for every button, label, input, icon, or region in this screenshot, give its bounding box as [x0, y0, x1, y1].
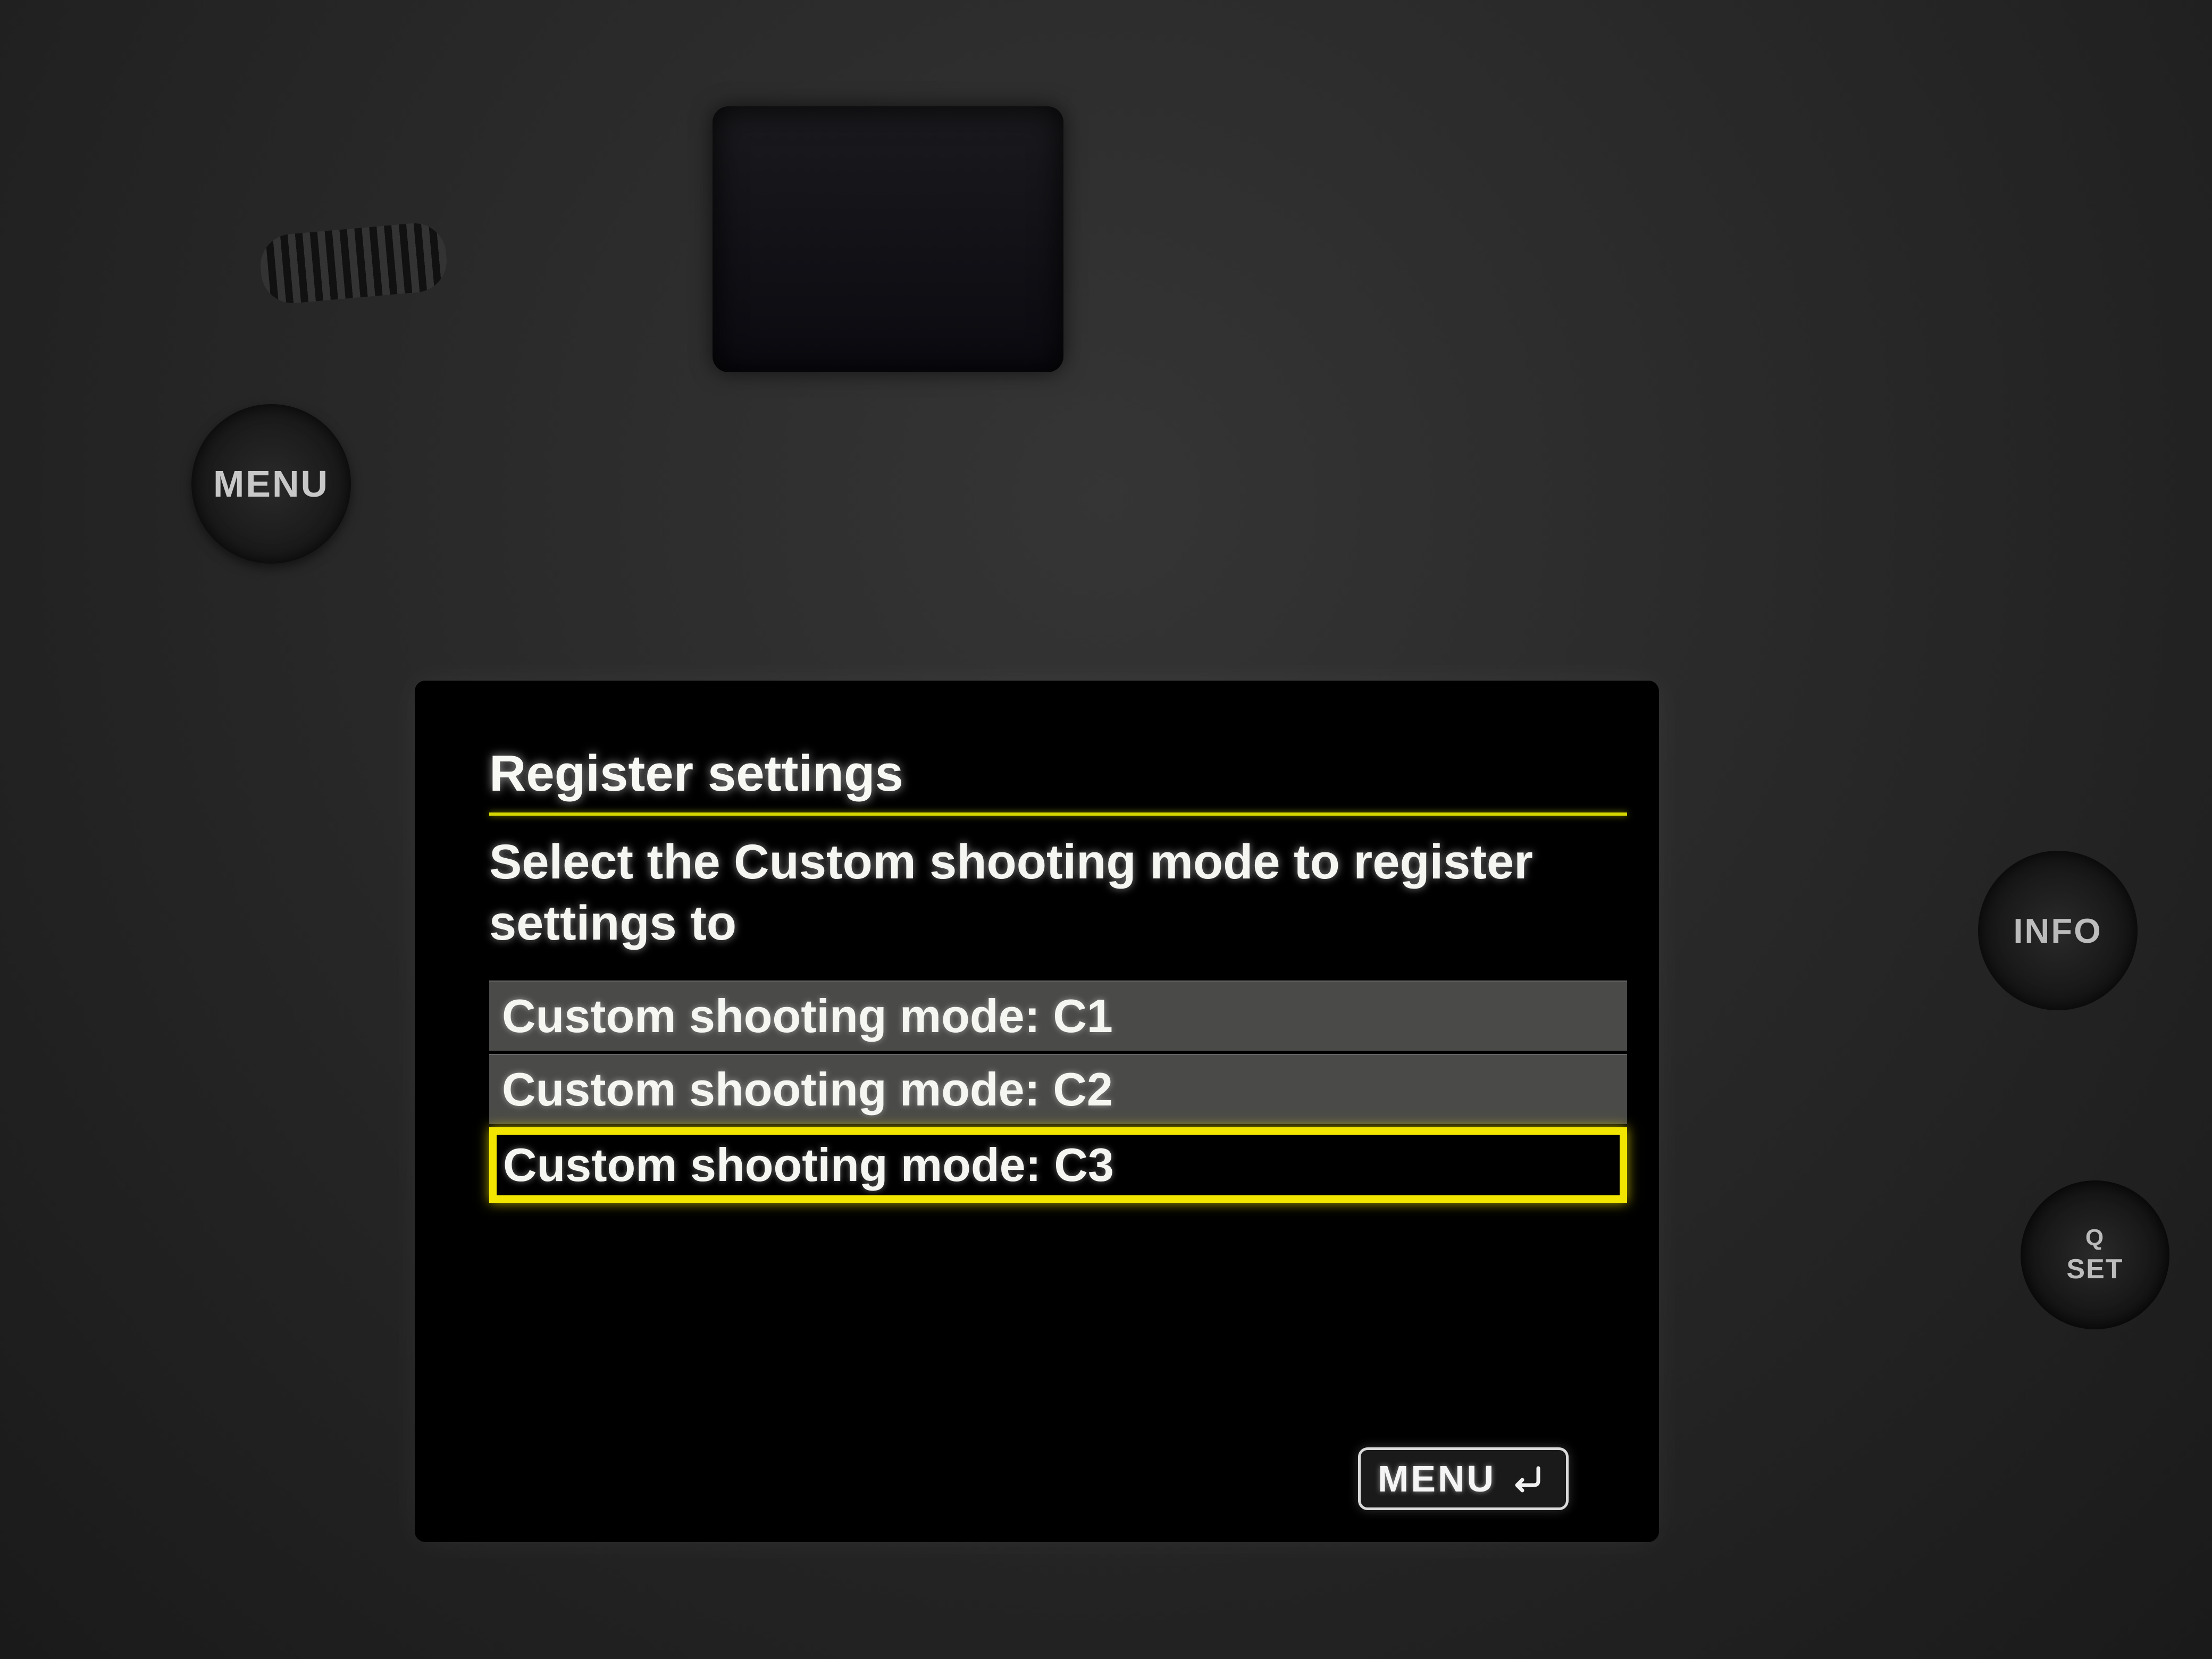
- instruction-text: Select the Custom shooting mode to regis…: [489, 832, 1627, 954]
- option-label: Custom shooting mode: C3: [503, 1138, 1114, 1191]
- viewfinder: [713, 106, 1063, 372]
- footer-menu-back[interactable]: MENU: [1358, 1447, 1569, 1510]
- lcd-screen: Register settings Select the Custom shoo…: [415, 681, 1659, 1542]
- option-label: Custom shooting mode: C2: [502, 1063, 1113, 1116]
- option-label: Custom shooting mode: C1: [502, 990, 1113, 1042]
- option-c2[interactable]: Custom shooting mode: C2: [489, 1054, 1627, 1124]
- menu-button[interactable]: MENU: [191, 404, 351, 564]
- back-icon: [1506, 1462, 1549, 1496]
- info-button[interactable]: INFO: [1978, 851, 2138, 1010]
- screen-title: Register settings: [489, 744, 1627, 803]
- set-label: SET: [2066, 1253, 2123, 1285]
- q-label: Q: [2085, 1225, 2105, 1251]
- option-c3[interactable]: Custom shooting mode: C3: [489, 1127, 1627, 1203]
- menu-button-label: MENU: [213, 463, 329, 505]
- mode-dial[interactable]: [258, 221, 449, 306]
- info-button-label: INFO: [2013, 911, 2102, 951]
- footer-label: MENU: [1378, 1457, 1496, 1500]
- option-c1[interactable]: Custom shooting mode: C1: [489, 981, 1627, 1051]
- title-divider: [489, 812, 1627, 816]
- option-list: Custom shooting mode: C1 Custom shooting…: [489, 981, 1627, 1203]
- camera-body: MENU INFO Q SET Register settings Select…: [0, 0, 2212, 1659]
- set-button[interactable]: Q SET: [2021, 1180, 2169, 1329]
